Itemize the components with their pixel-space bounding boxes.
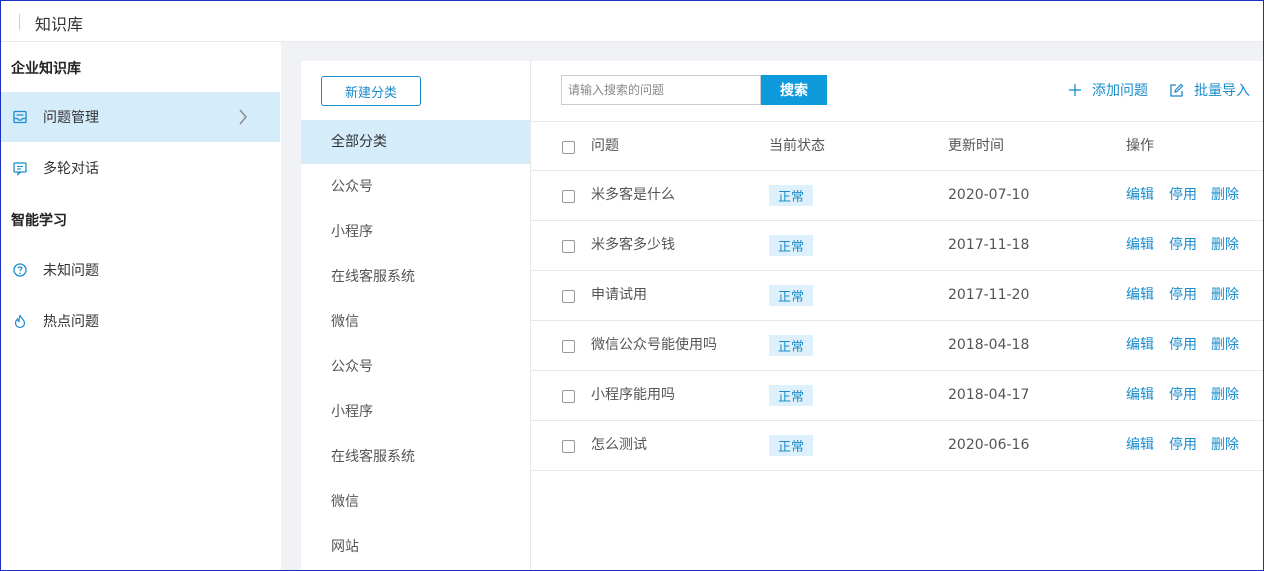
table-row: 怎么测试 正常 2020-06-16 编辑 停用 删除 bbox=[531, 421, 1263, 471]
updated-date: 2018-04-18 bbox=[948, 337, 1030, 353]
status-badge: 正常 bbox=[769, 285, 813, 306]
question-list-panel: 搜索 添加问题 批量导入 问题 当前状态 更新时间 操作 米多客是什么 正常 2… bbox=[531, 61, 1263, 570]
table-row: 米多客是什么 正常 2020-07-10 编辑 停用 删除 bbox=[531, 171, 1263, 221]
disable-link[interactable]: 停用 bbox=[1169, 271, 1197, 320]
edit-link[interactable]: 编辑 bbox=[1126, 371, 1154, 420]
category-item[interactable]: 小程序 bbox=[301, 210, 530, 254]
status-badge: 正常 bbox=[769, 235, 813, 256]
row-checkbox[interactable] bbox=[562, 290, 575, 303]
disable-link[interactable]: 停用 bbox=[1169, 371, 1197, 420]
sidebar-item-hot-questions[interactable]: 热点问题 bbox=[1, 296, 280, 346]
row-checkbox[interactable] bbox=[562, 340, 575, 353]
edit-link[interactable]: 编辑 bbox=[1126, 171, 1154, 220]
select-all-checkbox[interactable] bbox=[562, 141, 575, 154]
sidebar-item-multi-turn-dialog[interactable]: 多轮对话 bbox=[1, 143, 280, 193]
question-text[interactable]: 申请试用 bbox=[591, 271, 647, 320]
page-title: 知识库 bbox=[35, 15, 84, 34]
sidebar: 企业知识库 问题管理 多轮对话 智能学习 未知问题 热点问题 bbox=[1, 42, 280, 570]
sidebar-heading-enterprise: 企业知识库 bbox=[11, 61, 81, 77]
category-item[interactable]: 网站 bbox=[301, 525, 530, 569]
sidebar-item-label: 热点问题 bbox=[43, 314, 99, 330]
inbox-icon bbox=[11, 108, 29, 126]
question-text[interactable]: 怎么测试 bbox=[591, 421, 647, 470]
disable-link[interactable]: 停用 bbox=[1169, 171, 1197, 220]
table-row: 米多客多少钱 正常 2017-11-18 编辑 停用 删除 bbox=[531, 221, 1263, 271]
add-question-label: 添加问题 bbox=[1092, 83, 1148, 99]
column-header-question: 问题 bbox=[591, 138, 619, 154]
delete-link[interactable]: 删除 bbox=[1211, 321, 1239, 370]
batch-import-label: 批量导入 bbox=[1194, 83, 1250, 99]
row-checkbox[interactable] bbox=[562, 390, 575, 403]
flame-icon bbox=[11, 312, 29, 330]
row-checkbox[interactable] bbox=[562, 440, 575, 453]
search-input[interactable] bbox=[561, 75, 761, 105]
updated-date: 2017-11-20 bbox=[948, 287, 1030, 303]
category-item[interactable]: 公众号 bbox=[301, 165, 530, 209]
sidebar-item-question-management[interactable]: 问题管理 bbox=[1, 92, 280, 142]
column-header-ops: 操作 bbox=[1126, 138, 1154, 154]
edit-square-icon bbox=[1170, 83, 1184, 97]
question-text[interactable]: 米多客是什么 bbox=[591, 171, 675, 220]
edit-link[interactable]: 编辑 bbox=[1126, 221, 1154, 270]
category-item[interactable]: 微信 bbox=[301, 300, 530, 344]
sidebar-item-label: 问题管理 bbox=[43, 110, 99, 126]
delete-link[interactable]: 删除 bbox=[1211, 371, 1239, 420]
table-header: 问题 当前状态 更新时间 操作 bbox=[531, 121, 1263, 171]
edit-link[interactable]: 编辑 bbox=[1126, 421, 1154, 470]
updated-date: 2018-04-17 bbox=[948, 387, 1030, 403]
column-header-updated: 更新时间 bbox=[948, 138, 1004, 154]
updated-date: 2020-06-16 bbox=[948, 437, 1030, 453]
updated-date: 2017-11-18 bbox=[948, 237, 1030, 253]
disable-link[interactable]: 停用 bbox=[1169, 221, 1197, 270]
edit-link[interactable]: 编辑 bbox=[1126, 271, 1154, 320]
category-item[interactable]: 小程序 bbox=[301, 390, 530, 434]
status-badge: 正常 bbox=[769, 435, 813, 456]
category-item[interactable]: 公众号 bbox=[301, 345, 530, 389]
chevron-right-icon bbox=[238, 109, 248, 129]
disable-link[interactable]: 停用 bbox=[1169, 421, 1197, 470]
row-checkbox[interactable] bbox=[562, 240, 575, 253]
question-text[interactable]: 小程序能用吗 bbox=[591, 371, 675, 420]
sidebar-item-label: 未知问题 bbox=[43, 263, 99, 279]
category-item[interactable]: 微信 bbox=[301, 480, 530, 524]
table-row: 微信公众号能使用吗 正常 2018-04-18 编辑 停用 删除 bbox=[531, 321, 1263, 371]
disable-link[interactable]: 停用 bbox=[1169, 321, 1197, 370]
row-checkbox[interactable] bbox=[562, 190, 575, 203]
status-badge: 正常 bbox=[769, 335, 813, 356]
sidebar-item-unknown-questions[interactable]: 未知问题 bbox=[1, 245, 280, 295]
search-button[interactable]: 搜索 bbox=[761, 75, 827, 105]
category-item-all[interactable]: 全部分类 bbox=[301, 120, 530, 164]
new-category-button[interactable]: 新建分类 bbox=[321, 76, 421, 106]
table-row: 申请试用 正常 2017-11-20 编辑 停用 删除 bbox=[531, 271, 1263, 321]
sidebar-item-label: 多轮对话 bbox=[43, 161, 99, 177]
question-icon bbox=[11, 261, 29, 279]
delete-link[interactable]: 删除 bbox=[1211, 171, 1239, 220]
edit-link[interactable]: 编辑 bbox=[1126, 321, 1154, 370]
title-divider bbox=[19, 14, 20, 30]
table-row: 小程序能用吗 正常 2018-04-17 编辑 停用 删除 bbox=[531, 371, 1263, 421]
question-text[interactable]: 米多客多少钱 bbox=[591, 221, 675, 270]
column-header-status: 当前状态 bbox=[769, 138, 825, 154]
status-badge: 正常 bbox=[769, 185, 813, 206]
batch-import-button[interactable]: 批量导入 bbox=[1169, 75, 1250, 105]
delete-link[interactable]: 删除 bbox=[1211, 271, 1239, 320]
updated-date: 2020-07-10 bbox=[948, 187, 1030, 203]
category-item[interactable]: 在线客服系统 bbox=[301, 435, 530, 479]
plus-icon bbox=[1069, 84, 1081, 96]
chat-icon bbox=[11, 159, 29, 177]
question-text[interactable]: 微信公众号能使用吗 bbox=[591, 321, 717, 370]
add-question-button[interactable]: 添加问题 bbox=[1068, 75, 1148, 105]
category-item[interactable]: 在线客服系统 bbox=[301, 255, 530, 299]
status-badge: 正常 bbox=[769, 385, 813, 406]
top-bar: 知识库 bbox=[1, 1, 1263, 42]
category-panel: 新建分类 全部分类 公众号 小程序 在线客服系统 微信 公众号 小程序 在线客服… bbox=[301, 61, 531, 570]
delete-link[interactable]: 删除 bbox=[1211, 221, 1239, 270]
delete-link[interactable]: 删除 bbox=[1211, 421, 1239, 470]
sidebar-heading-smart-learning: 智能学习 bbox=[11, 213, 67, 229]
